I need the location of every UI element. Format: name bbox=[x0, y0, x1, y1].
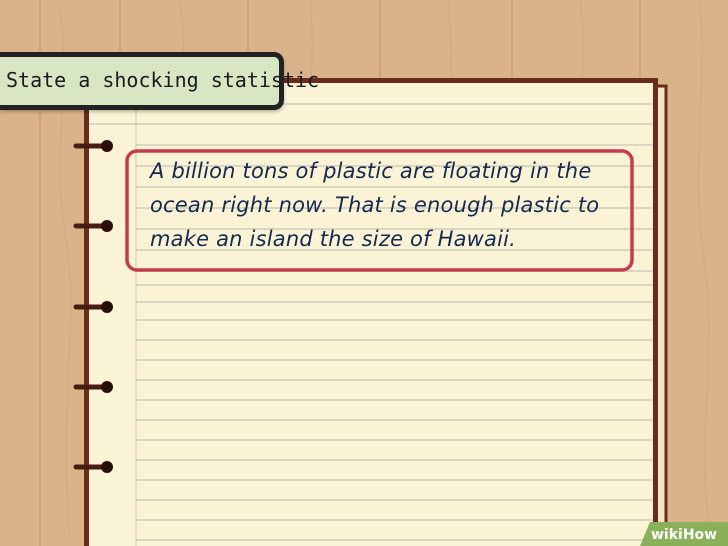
wikihow-logo-how: How bbox=[682, 527, 718, 543]
step-label-text: State a shocking statistic bbox=[6, 68, 320, 92]
statistic-note: A billion tons of plastic are floating i… bbox=[150, 159, 600, 251]
illustration-canvas: State a shocking statistic A billion ton… bbox=[0, 0, 728, 546]
wikihow-logo-wiki: wiki bbox=[651, 527, 683, 543]
wikihow-logo: wikiHow bbox=[651, 524, 717, 546]
